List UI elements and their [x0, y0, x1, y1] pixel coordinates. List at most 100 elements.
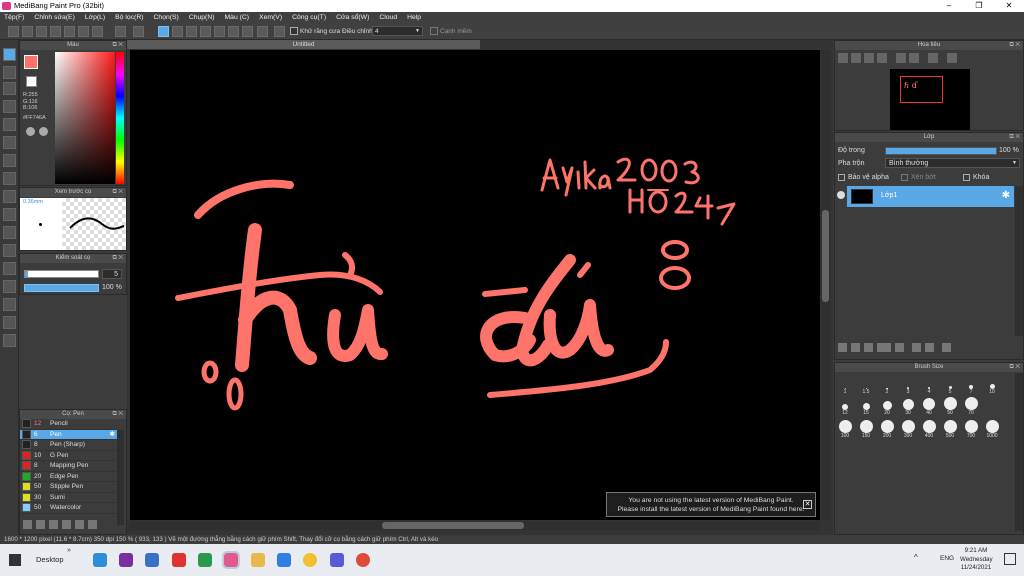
brush-item[interactable]: 30 Sumi: [20, 492, 117, 503]
protect-alpha-checkbox[interactable]: [838, 174, 845, 181]
gear-icon[interactable]: ✱: [110, 430, 115, 438]
export-icon[interactable]: [50, 26, 61, 37]
layer-add-menu-icon[interactable]: [877, 343, 891, 352]
notification-icon[interactable]: [1004, 553, 1016, 565]
brush-size-40[interactable]: 40: [919, 396, 939, 416]
folder-icon[interactable]: [895, 343, 904, 352]
brush-item[interactable]: 50 Stipple Pen: [20, 482, 117, 493]
teams-icon[interactable]: [330, 553, 344, 567]
reset-icon[interactable]: [947, 53, 957, 63]
menu-capture[interactable]: Chụp(N): [189, 14, 215, 21]
brush-list-scrollbar[interactable]: [117, 430, 124, 525]
brush-size-4[interactable]: 4: [919, 375, 939, 395]
fill-shape-icon[interactable]: [158, 26, 169, 37]
tool-7-icon[interactable]: [3, 154, 16, 167]
saturation-value-picker[interactable]: [55, 52, 115, 184]
shape-5-icon[interactable]: [214, 26, 225, 37]
layer-visibility-icon[interactable]: [837, 191, 845, 199]
brush-opacity-slider[interactable]: [24, 284, 99, 292]
brush-size-100[interactable]: 100: [835, 419, 855, 439]
menu-color[interactable]: Màu (C): [225, 14, 250, 21]
tool-2-icon[interactable]: [3, 66, 16, 79]
chrome-icon[interactable]: [303, 553, 317, 567]
skype-icon[interactable]: [93, 553, 107, 567]
menu-filter[interactable]: Bộ lọc(R): [115, 14, 143, 21]
brush-item-selected[interactable]: 6 Pen ✱: [20, 429, 117, 440]
adjust-select[interactable]: 4 ▼: [372, 26, 423, 36]
new-layer-2-icon[interactable]: [851, 343, 860, 352]
brush-size-12[interactable]: 12: [835, 396, 855, 416]
brush-size-400[interactable]: 400: [919, 419, 939, 439]
desktop-label[interactable]: Desktop: [36, 555, 64, 564]
app-icon[interactable]: [119, 553, 133, 567]
brush-size-50[interactable]: 50: [940, 396, 960, 416]
tool-13-icon[interactable]: [3, 262, 16, 275]
excel-icon[interactable]: [198, 553, 212, 567]
brush-size-input[interactable]: 5: [102, 269, 122, 279]
soft-edge-checkbox[interactable]: [430, 27, 438, 35]
tool-9-icon[interactable]: [3, 190, 16, 203]
notice-close-button[interactable]: ✕: [803, 500, 812, 509]
close-button[interactable]: ✕: [994, 0, 1024, 12]
save-icon[interactable]: [36, 26, 47, 37]
gear-icon[interactable]: [257, 26, 268, 37]
navigator-thumbnail[interactable]: ℏ ɗ: [890, 69, 970, 130]
new-icon[interactable]: [8, 26, 19, 37]
brush-size-1[interactable]: 1: [835, 375, 855, 395]
tool-6-icon[interactable]: [3, 136, 16, 149]
brush-size-30[interactable]: 30: [898, 396, 918, 416]
brush-item[interactable]: 8 Mapping Pen: [20, 461, 117, 472]
menu-select[interactable]: Chọn(S): [154, 14, 179, 21]
minimize-button[interactable]: –: [934, 0, 964, 12]
vertical-scroll-thumb[interactable]: [822, 210, 829, 302]
brush-add-icon[interactable]: [23, 519, 32, 529]
zoom-in-icon[interactable]: [838, 53, 848, 63]
brush-size-70[interactable]: 70: [961, 396, 981, 416]
chevron-up-icon[interactable]: ^: [914, 553, 918, 562]
panel-icon[interactable]: [78, 26, 89, 37]
shape-2-icon[interactable]: [172, 26, 183, 37]
menu-tools[interactable]: Công cụ(T): [292, 14, 326, 21]
brush-size-2[interactable]: 2: [877, 375, 897, 395]
settings-icon[interactable]: [92, 26, 103, 37]
tool-4-icon[interactable]: [3, 100, 16, 113]
wifi-app-icon[interactable]: [172, 553, 186, 567]
layer-row[interactable]: Lớp1 ✱: [847, 186, 1014, 207]
brush-size-10[interactable]: 10: [982, 375, 1002, 395]
brush-item[interactable]: 12 Pencil: [20, 419, 117, 430]
brush-size-150[interactable]: 150: [856, 419, 876, 439]
shape-8-icon[interactable]: [274, 26, 285, 37]
brush-size-200[interactable]: 200: [877, 419, 897, 439]
duplicate-layer-icon[interactable]: [912, 343, 921, 352]
document-canvas[interactable]: [130, 50, 820, 520]
flip-icon[interactable]: [928, 53, 938, 63]
brush-page-icon[interactable]: [62, 519, 71, 529]
tool-3-icon[interactable]: [3, 82, 16, 95]
menu-edit[interactable]: Chỉnh sửa(E): [34, 14, 74, 21]
tool-8-icon[interactable]: [3, 172, 16, 185]
menu-file[interactable]: Tệp(F): [4, 14, 24, 21]
horizontal-scroll-thumb[interactable]: [382, 522, 524, 529]
shape-6-icon[interactable]: [228, 26, 239, 37]
brush-size-7[interactable]: 7: [961, 375, 981, 395]
brush-size-5[interactable]: 5: [940, 375, 960, 395]
brush-size-1-5[interactable]: 1.5: [856, 375, 876, 395]
clock[interactable]: 9:21 AM Wednesday 11/24/2021: [960, 547, 993, 573]
menu-help[interactable]: Help: [407, 14, 421, 21]
rotate-icon[interactable]: [896, 53, 906, 63]
update-notice[interactable]: You are not using the latest version of …: [606, 492, 816, 517]
brush-size-15[interactable]: 15: [856, 396, 876, 416]
brush-size-20[interactable]: 20: [877, 396, 897, 416]
eyedropper-icon[interactable]: [39, 127, 48, 136]
chrome-2-icon[interactable]: [356, 553, 370, 567]
brush-size-scrollbar[interactable]: [1015, 373, 1023, 531]
shape-3-icon[interactable]: [186, 26, 197, 37]
zoom-icon[interactable]: [277, 553, 291, 567]
gear-icon[interactable]: ✱: [1002, 190, 1010, 201]
tool-16-icon[interactable]: [3, 316, 16, 329]
brush-size-1000[interactable]: 1000: [982, 419, 1002, 439]
start-icon[interactable]: [9, 554, 21, 566]
fit-icon[interactable]: [864, 53, 874, 63]
brush-size-3[interactable]: 3: [898, 375, 918, 395]
brush-item[interactable]: 20 Edge Pen: [20, 471, 117, 482]
